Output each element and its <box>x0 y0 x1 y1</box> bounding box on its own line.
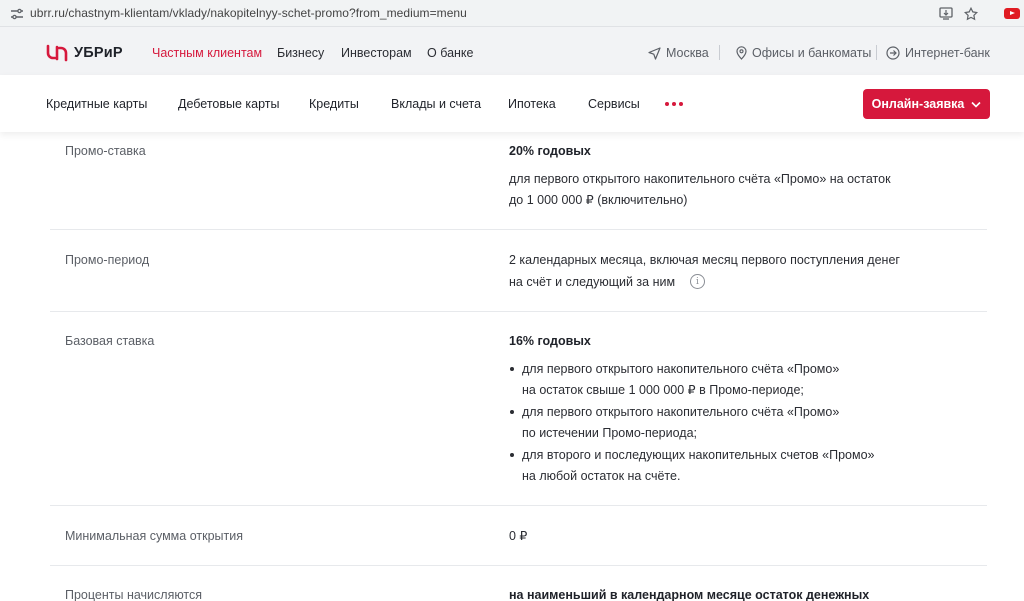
more-dots-icon[interactable] <box>665 102 683 106</box>
internet-bank-label: Интернет-банк <box>905 46 990 60</box>
online-application-button[interactable]: Онлайн-заявка <box>863 89 990 119</box>
chevron-down-icon <box>971 101 981 108</box>
header-divider <box>719 45 720 60</box>
ubrr-logo-icon <box>46 44 68 62</box>
city-selector[interactable]: Москва <box>648 46 709 60</box>
base-rate-bullet-line: на остаток свыше 1 000 000 ₽ в Промо-пер… <box>522 383 804 397</box>
row-label-promo-rate: Промо-ставка <box>65 144 146 158</box>
login-icon <box>886 46 900 60</box>
row-label-min-amount: Минимальная сумма открытия <box>65 529 243 543</box>
nav-mortgage[interactable]: Ипотека <box>508 97 556 111</box>
map-pin-icon <box>736 46 747 60</box>
url-field[interactable]: ubrr.ru/chastnym-klientam/vklady/nakopit… <box>30 6 467 20</box>
row-label-base-rate: Базовая ставка <box>65 334 155 348</box>
header-divider <box>876 45 877 60</box>
base-rate-bullet-line: для первого открытого накопительного счё… <box>522 362 840 376</box>
nav-loans[interactable]: Кредиты <box>309 97 359 111</box>
install-app-icon[interactable] <box>937 5 955 22</box>
nav-services[interactable]: Сервисы <box>588 97 640 111</box>
info-icon[interactable]: i <box>690 274 705 289</box>
row-divider <box>50 565 987 566</box>
promo-rate-line: для первого открытого накопительного счё… <box>509 172 891 186</box>
promo-rate-value: 20% годовых <box>509 144 591 158</box>
top-nav-investors[interactable]: Инвесторам <box>341 46 412 60</box>
row-label-promo-period: Промо-период <box>65 253 150 267</box>
site-info-icon[interactable] <box>8 5 26 22</box>
row-label-interest-accrual: Проценты начисляются <box>65 588 203 601</box>
top-nav-private-clients[interactable]: Частным клиентам <box>152 46 262 60</box>
city-label: Москва <box>666 46 709 60</box>
interest-accrual-value: на наименьший в календарном месяце остат… <box>509 588 870 601</box>
online-application-label: Онлайн-заявка <box>871 97 965 111</box>
internet-bank-link[interactable]: Интернет-банк <box>886 46 990 60</box>
logo-text: УБРиР <box>74 45 123 61</box>
base-rate-bullet-line: для первого открытого накопительного счё… <box>522 405 840 419</box>
base-rate-bullet-line: на любой остаток на счёте. <box>522 469 681 483</box>
nav-credit-cards[interactable]: Кредитные карты <box>46 97 147 111</box>
promo-period-line: 2 календарных месяца, включая месяц перв… <box>509 253 900 267</box>
bullet-marker <box>510 453 514 457</box>
youtube-icon[interactable] <box>1004 8 1020 19</box>
logo[interactable]: УБРиР <box>46 44 123 62</box>
row-divider <box>50 229 987 230</box>
promo-rate-line: до 1 000 000 ₽ (включительно) <box>509 193 688 207</box>
offices-link[interactable]: Офисы и банкоматы <box>736 46 871 60</box>
min-amount-value: 0 ₽ <box>509 529 528 543</box>
bookmark-star-icon[interactable] <box>962 5 980 22</box>
offices-label: Офисы и банкоматы <box>752 46 872 60</box>
nav-deposits[interactable]: Вклады и счета <box>391 97 481 111</box>
promo-period-line: на счёт и следующий за ним <box>509 275 676 289</box>
base-rate-bullet-line: для второго и последующих накопительных … <box>522 448 875 462</box>
bullet-marker <box>510 367 514 371</box>
base-rate-bullet-line: по истечении Промо-периода; <box>522 426 697 440</box>
nav-debit-cards[interactable]: Дебетовые карты <box>178 97 280 111</box>
row-divider <box>50 505 987 506</box>
browser-address-bar: ubrr.ru/chastnym-klientam/vklady/nakopit… <box>0 0 1024 27</box>
top-nav-business[interactable]: Бизнесу <box>277 46 324 60</box>
location-arrow-icon <box>648 46 661 60</box>
row-divider <box>50 311 987 312</box>
bullet-marker <box>510 410 514 414</box>
base-rate-value: 16% годовых <box>509 334 591 348</box>
top-nav-about[interactable]: О банке <box>427 46 473 60</box>
